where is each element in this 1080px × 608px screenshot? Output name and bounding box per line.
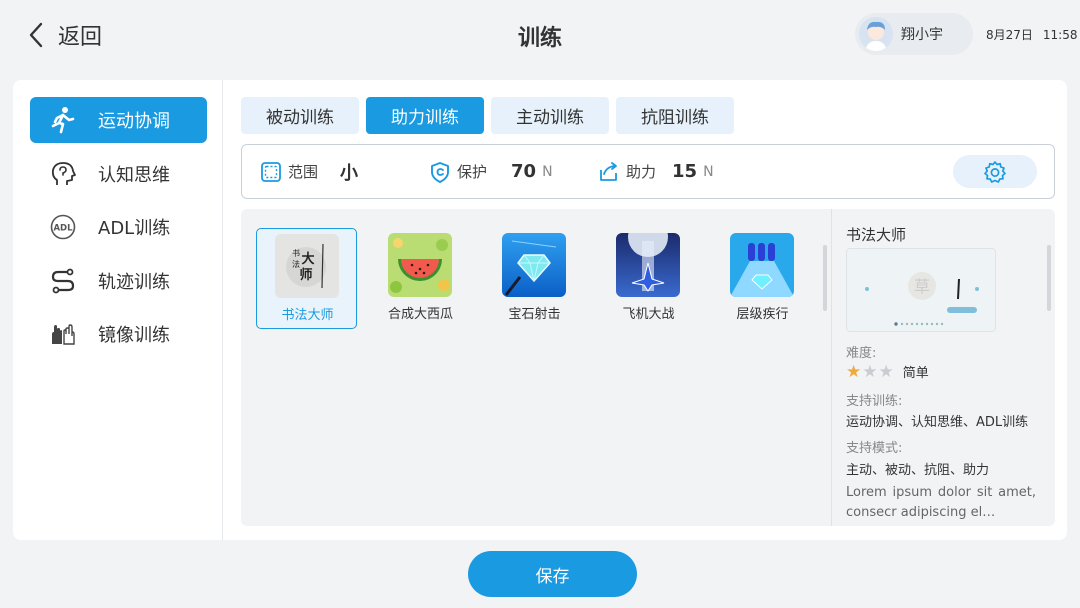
protect-value: 70 [511,161,537,182]
sidebar-item-label: 镜像训练 [98,325,170,346]
tab-passive[interactable]: 被动训练 [241,97,359,134]
game-card-calligraphy[interactable]: 大书法师 书法大师 [256,228,357,329]
adl-icon: ADL [48,212,78,242]
settings-gear-button[interactable] [953,155,1037,188]
assist-arrow-icon [600,161,617,181]
games-scrollbar[interactable] [823,245,827,311]
support-mode-value: 主动、被动、抗阻、助力 [846,463,990,478]
game-name: 宝石射击 [508,307,561,322]
sidebar-item-cognitive[interactable]: 认知思维 [30,151,207,197]
range-value: 小 [340,162,359,184]
sidebar-item-motor-coordination[interactable]: 运动协调 [30,97,207,143]
chevron-left-icon [29,22,43,48]
assist-setting[interactable]: 助力 15 N [598,145,714,198]
main-card: 运动协调 认知思维 ADL ADL训练 轨迹训练 镜像训练 被动训练 助力训练 … [13,80,1067,540]
sidebar-item-label: 认知思维 [98,165,170,186]
assist-unit: N [703,163,714,180]
mirror-hands-icon [48,319,78,349]
star-empty-icon: ★ [862,361,878,382]
user-chip[interactable]: 翔小宇 [855,13,973,55]
sidebar: 运动协调 认知思维 ADL ADL训练 轨迹训练 镜像训练 [13,80,223,540]
shield-icon [431,161,449,183]
detail-description: Lorem ipsum dolor sit amet, consecr adip… [846,485,1036,520]
sidebar-item-trajectory[interactable]: 轨迹训练 [30,258,207,304]
game-card-plane-battle[interactable]: 飞机大战 [598,228,699,329]
brain-head-icon [48,159,78,189]
support-training-value: 运动协调、认知思维、ADL训练 [846,415,1029,430]
range-frame-icon [261,161,281,182]
svg-text:师: 师 [299,267,312,283]
detail-title: 书法大师 [846,226,907,244]
back-button[interactable]: 返回 [26,18,102,52]
star-empty-icon: ★ [878,361,894,382]
detail-preview-image: 草 [846,248,996,332]
sidebar-item-label: ADL训练 [98,218,171,239]
tab-resistance[interactable]: 抗阻训练 [616,97,734,134]
user-name: 翔小宇 [901,27,943,43]
assist-value: 15 [672,161,698,182]
calligraphy-thumbnail: 大书法师 [275,234,339,298]
protect-setting[interactable]: 保护 70 N [429,145,553,198]
trajectory-path-icon [48,266,78,296]
settings-bar: 范围 小 保护 70 N 助力 15 N [241,144,1055,199]
clock: 8月27日 11:58 [986,26,1078,43]
support-mode-label: 支持模式: [846,441,903,456]
plane-battle-thumbnail [616,233,680,297]
svg-text:大: 大 [301,251,314,267]
svg-text:草: 草 [914,277,930,296]
header-bar: 返回 训练 翔小宇 8月27日 11:58 [0,0,1080,68]
difficulty-rating: ★ ★ ★ 简单 [846,361,929,382]
sidebar-item-label: 运动协调 [98,111,170,132]
back-label: 返回 [58,25,103,50]
detail-scrollbar[interactable] [1047,245,1051,311]
tab-assisted[interactable]: 助力训练 [366,97,484,134]
level-dash-thumbnail [730,233,794,297]
time-text: 11:58 [1042,28,1078,42]
svg-text:书: 书 [292,248,300,258]
support-training-label: 支持训练: [846,394,903,409]
game-card-level-dash[interactable]: 层级疾行 [712,228,813,329]
difficulty-text: 简单 [902,366,929,381]
difficulty-label: 难度: [846,346,877,361]
gear-icon [984,160,1006,183]
sidebar-item-mirror[interactable]: 镜像训练 [30,311,207,357]
game-detail-panel: 书法大师 草 难度: ★ ★ ★ 简单 支持训练: 运动协调、认知思维、ADL训… [831,209,1055,526]
sidebar-item-label: 轨迹训练 [98,272,170,293]
date-text: 8月27日 [986,28,1033,42]
assist-label: 助力 [626,163,657,181]
avatar [859,17,893,51]
game-name: 层级疾行 [736,307,789,322]
save-button[interactable]: 保存 [468,551,637,597]
game-name: 书法大师 [281,308,334,323]
watermelon-thumbnail [388,233,452,297]
protect-label: 保护 [457,163,488,181]
running-person-icon [48,105,78,135]
game-card-gem-shooter[interactable]: 宝石射击 [484,228,585,329]
protect-unit: N [542,163,553,180]
range-label: 范围 [288,163,319,181]
range-setting[interactable]: 范围 小 [260,145,358,198]
game-name: 合成大西瓜 [387,307,453,322]
sidebar-item-adl[interactable]: ADL ADL训练 [30,204,207,250]
game-content-area: 大书法师 书法大师 合成大西瓜 宝石射击 飞机大战 层级疾行 书法大师 草 难度… [241,209,1055,526]
svg-text:ADL: ADL [53,224,73,234]
game-card-watermelon[interactable]: 合成大西瓜 [370,228,471,329]
star-filled-icon: ★ [846,361,862,382]
tab-active[interactable]: 主动训练 [491,97,609,134]
game-name: 飞机大战 [622,307,675,322]
gem-shooter-thumbnail [502,233,566,297]
